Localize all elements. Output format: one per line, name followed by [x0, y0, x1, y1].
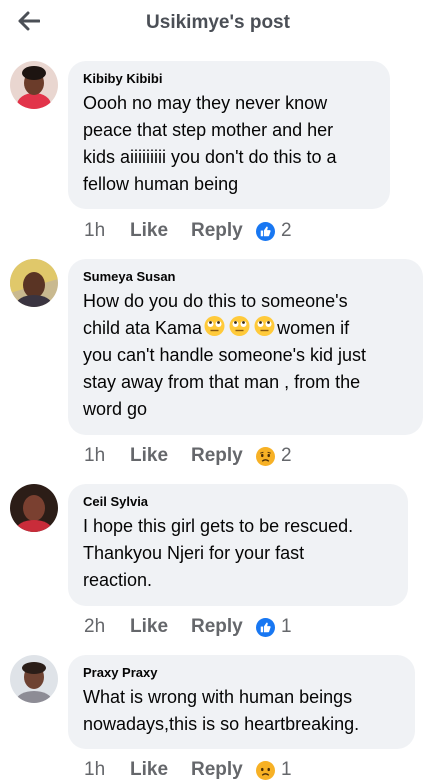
comment-actions: 2h Like Reply 1 — [84, 615, 292, 639]
comment-time[interactable]: 1h — [84, 445, 130, 467]
comment-text: Oooh no may they never know peace that s… — [83, 93, 337, 194]
avatar[interactable] — [10, 61, 58, 109]
comment-text: How do you do this to someone's child at… — [83, 288, 409, 423]
reply-button[interactable]: Reply — [191, 616, 256, 638]
reply-button[interactable]: Reply — [191, 759, 256, 781]
comment-time[interactable]: 2h — [84, 616, 130, 638]
reaction-summary[interactable]: 2 — [256, 445, 292, 467]
like-button[interactable]: Like — [130, 759, 191, 781]
like-button[interactable]: Like — [130, 616, 191, 638]
comment-author[interactable]: Praxy Praxy — [83, 664, 401, 682]
comment-author[interactable]: Ceil Sylvia — [83, 493, 394, 511]
comment-author[interactable]: Sumeya Susan — [83, 268, 409, 286]
comment-actions: 1h Like Reply 1 — [84, 758, 292, 782]
reaction-count: 1 — [281, 759, 292, 780]
rolling-eyes-icon — [229, 316, 250, 336]
sad-reaction-icon — [256, 760, 275, 780]
comment-actions: 1h Like Reply 2 — [84, 444, 292, 468]
comment-text: I hope this girl gets to be rescued. Tha… — [83, 516, 354, 590]
like-button[interactable]: Like — [130, 220, 191, 242]
reply-button[interactable]: Reply — [191, 220, 256, 242]
rolling-eyes-emoji-group — [202, 316, 277, 338]
rolling-eyes-icon — [254, 316, 275, 336]
avatar[interactable] — [10, 484, 58, 532]
comment-bubble: Kibiby Kibibi Oooh no may they never kno… — [68, 61, 390, 209]
like-reaction-icon — [256, 221, 275, 241]
comment-time[interactable]: 1h — [84, 759, 130, 781]
comment-bubble: Praxy Praxy What is wrong with human bei… — [68, 655, 415, 749]
reaction-summary[interactable]: 2 — [256, 220, 292, 242]
reply-button[interactable]: Reply — [191, 445, 256, 467]
reaction-summary[interactable]: 1 — [256, 616, 292, 638]
reaction-count: 1 — [281, 616, 292, 637]
like-reaction-icon — [256, 617, 275, 637]
comment-bubble: Ceil Sylvia I hope this girl gets to be … — [68, 484, 408, 606]
reaction-count: 2 — [281, 445, 292, 466]
comment-text: What is wrong with human beings nowadays… — [83, 687, 360, 734]
page-title: Usikimye's post — [146, 12, 290, 33]
comment-author[interactable]: Kibiby Kibibi — [83, 70, 376, 88]
avatar[interactable] — [10, 259, 58, 307]
comment-actions: 1h Like Reply 2 — [84, 219, 292, 243]
avatar[interactable] — [10, 655, 58, 703]
reaction-summary[interactable]: 1 — [256, 759, 292, 781]
comment-bubble: Sumeya Susan How do you do this to someo… — [68, 259, 423, 435]
sad-reaction-icon — [256, 446, 275, 466]
post-header: Usikimye's post — [0, 0, 436, 48]
rolling-eyes-icon — [204, 316, 225, 336]
comment-time[interactable]: 1h — [84, 220, 130, 242]
reaction-count: 2 — [281, 220, 292, 241]
like-button[interactable]: Like — [130, 445, 191, 467]
